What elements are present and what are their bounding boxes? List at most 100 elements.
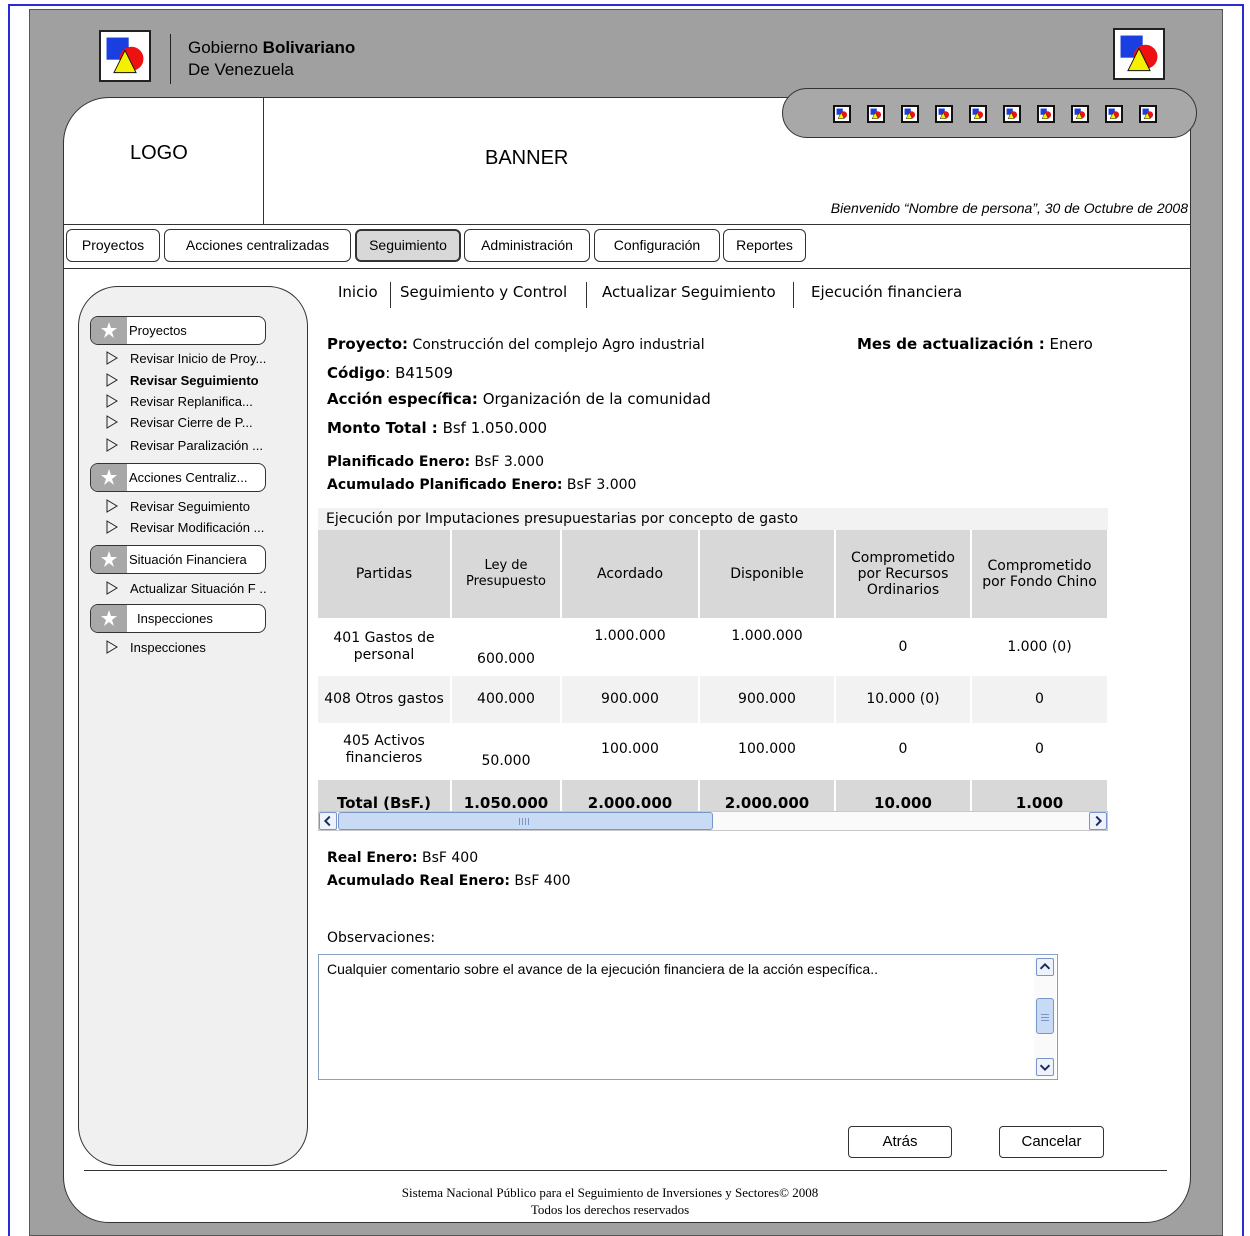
table-cell: 900.000 — [699, 676, 836, 723]
mes-value: Enero — [1044, 335, 1093, 353]
table-cell: 100.000 — [561, 723, 700, 776]
sidebar-item-inspecciones[interactable]: Inspecciones — [106, 639, 206, 657]
tabs-separator — [64, 268, 1190, 269]
accion-label: Acción específica: — [327, 390, 478, 408]
table-cell: 401 Gastos de personal — [318, 618, 452, 676]
codigo-value: : B41509 — [385, 364, 454, 382]
scroll-up-button[interactable] — [1036, 958, 1054, 976]
sidebar-section-inspecciones[interactable]: Inspecciones — [90, 604, 266, 633]
sidebar-item-label: Revisar Seguimiento — [130, 373, 259, 388]
column-header: Partidas — [318, 530, 452, 618]
gov-logo-right-icon — [1113, 28, 1165, 80]
table-cell: 10.000 (0) — [835, 676, 972, 723]
monto-label: Monto Total : — [327, 419, 438, 437]
table-cell: 1.000.000 — [699, 618, 836, 676]
observaciones-text: Cualquier comentario sobre el avance de … — [327, 961, 878, 977]
table-cell: 900.000 — [561, 676, 700, 723]
breadcrumb-seguimiento-control[interactable]: Seguimiento y Control — [400, 283, 567, 301]
table-title: Ejecución por Imputaciones presupuestari… — [318, 508, 1108, 530]
logo-placeholder: LOGO — [130, 142, 188, 164]
quick-link-icon[interactable] — [1071, 105, 1089, 123]
quick-link-icon[interactable] — [1139, 105, 1157, 123]
table-row: 405 Activos financieros 50.000 100.000 1… — [318, 723, 1109, 776]
table-cell: 405 Activos financieros — [318, 723, 452, 776]
logo-banner-divider — [263, 98, 264, 224]
quick-link-icon[interactable] — [867, 105, 885, 123]
back-button[interactable]: Atrás — [848, 1126, 952, 1158]
quick-link-icon[interactable] — [969, 105, 987, 123]
table-horizontal-scrollbar[interactable] — [318, 811, 1108, 831]
grip-icon — [519, 818, 531, 825]
cancel-button[interactable]: Cancelar — [999, 1126, 1104, 1158]
mes-label: Mes de actualización : — [857, 335, 1045, 353]
sidebar-item-label: Revisar Inicio de Proy... — [130, 351, 267, 366]
star-icon — [91, 605, 127, 632]
breadcrumb-inicio[interactable]: Inicio — [338, 283, 378, 301]
quick-link-icon[interactable] — [901, 105, 919, 123]
sidebar-item-actualizar-situacion[interactable]: Actualizar Situación F .. — [106, 580, 267, 598]
scroll-down-button[interactable] — [1036, 1058, 1054, 1076]
sidebar-section-label: Inspecciones — [137, 611, 213, 626]
welcome-message: Bienvenido “Nombre de persona”, 30 de Oc… — [830, 200, 1188, 216]
table-cell: 400.000 — [451, 676, 562, 723]
footer-separator — [84, 1170, 1167, 1171]
scroll-thumb[interactable] — [338, 812, 713, 830]
planificado-value: BsF 3.000 — [470, 454, 545, 470]
footer-copyright: Sistema Nacional Público para el Seguimi… — [401, 1185, 819, 1200]
acumulado-real-info: Acumulado Real Enero: BsF 400 — [327, 873, 571, 889]
observaciones-label: Observaciones: — [327, 930, 436, 946]
grip-icon — [1041, 1013, 1049, 1021]
scroll-thumb[interactable] — [1036, 998, 1054, 1034]
tab-proyectos[interactable]: Proyectos — [66, 229, 160, 262]
sidebar-item-revisar-paralizacion[interactable]: Revisar Paralización ... — [106, 437, 263, 455]
sidebar-item-revisar-modificacion[interactable]: Revisar Modificación ... — [106, 519, 264, 537]
quick-icons-bar — [782, 88, 1197, 138]
quick-link-icon[interactable] — [935, 105, 953, 123]
sidebar-item-revisar-cierre[interactable]: Revisar Cierre de P... — [106, 414, 253, 432]
table-cell: 0 — [835, 723, 972, 776]
column-header: Comprometido por Recursos Ordinarios — [835, 530, 972, 618]
sidebar-item-revisar-seguimiento[interactable]: Revisar Seguimiento — [106, 372, 259, 390]
triangle-right-icon — [106, 350, 118, 368]
breadcrumb-actualizar-seguimiento[interactable]: Actualizar Seguimiento — [602, 283, 776, 301]
scroll-left-button[interactable] — [319, 812, 337, 830]
sidebar-section-label: Proyectos — [129, 323, 187, 338]
sidebar-item-revisar-replanifica[interactable]: Revisar Replanifica... — [106, 393, 253, 411]
scroll-right-button[interactable] — [1089, 812, 1107, 830]
textarea-vertical-scrollbar[interactable] — [1034, 956, 1056, 1078]
proyecto-label: Proyecto: — [327, 335, 409, 353]
quick-link-icon[interactable] — [1105, 105, 1123, 123]
sidebar-item-label: Actualizar Situación F .. — [130, 581, 267, 596]
breadcrumb-separator — [586, 282, 587, 308]
column-header: Ley de Presupuesto — [451, 530, 562, 618]
gov-title: Gobierno Bolivariano De Venezuela — [188, 37, 355, 81]
tab-reportes[interactable]: Reportes — [723, 229, 806, 262]
sidebar-item-acciones-revisar-seguimiento[interactable]: Revisar Seguimiento — [106, 498, 250, 516]
sidebar-section-situacion-financiera[interactable]: Situación Financiera — [90, 545, 266, 574]
table-cell: 100.000 — [699, 723, 836, 776]
codigo-label: Código — [327, 364, 386, 382]
tab-acciones-centralizadas[interactable]: Acciones centralizadas — [164, 229, 351, 262]
budget-table: Partidas Ley de Presupuesto Acordado Dis… — [318, 530, 1109, 826]
table-cell: 408 Otros gastos — [318, 676, 452, 723]
acumulado-planificado-value: BsF 3.000 — [562, 477, 637, 493]
tab-configuracion[interactable]: Configuración — [594, 229, 720, 262]
sidebar-section-proyectos[interactable]: Proyectos — [90, 316, 266, 345]
sidebar-item-label: Inspecciones — [130, 640, 206, 655]
breadcrumb-ejecucion-financiera: Ejecución financiera — [811, 283, 963, 301]
quick-link-icon[interactable] — [833, 105, 851, 123]
planificado-label: Planificado Enero: — [327, 454, 471, 470]
quick-link-icon[interactable] — [1003, 105, 1021, 123]
tab-seguimiento[interactable]: Seguimiento — [355, 229, 461, 262]
observaciones-textarea[interactable]: Cualquier comentario sobre el avance de … — [318, 954, 1058, 1080]
tab-administracion[interactable]: Administración — [464, 229, 590, 262]
real-value: BsF 400 — [417, 850, 479, 866]
gov-title-bold: Bolivariano — [262, 38, 356, 57]
acumulado-real-value: BsF 400 — [509, 873, 571, 889]
proyecto-info: Proyecto: Construcción del complejo Agro… — [327, 335, 705, 353]
sidebar-section-acciones-centralizadas[interactable]: Acciones Centraliz... — [90, 463, 266, 492]
codigo-info: Código: B41509 — [327, 364, 453, 382]
triangle-right-icon — [106, 498, 118, 516]
quick-link-icon[interactable] — [1037, 105, 1055, 123]
sidebar-item-revisar-inicio[interactable]: Revisar Inicio de Proy... — [106, 350, 266, 368]
